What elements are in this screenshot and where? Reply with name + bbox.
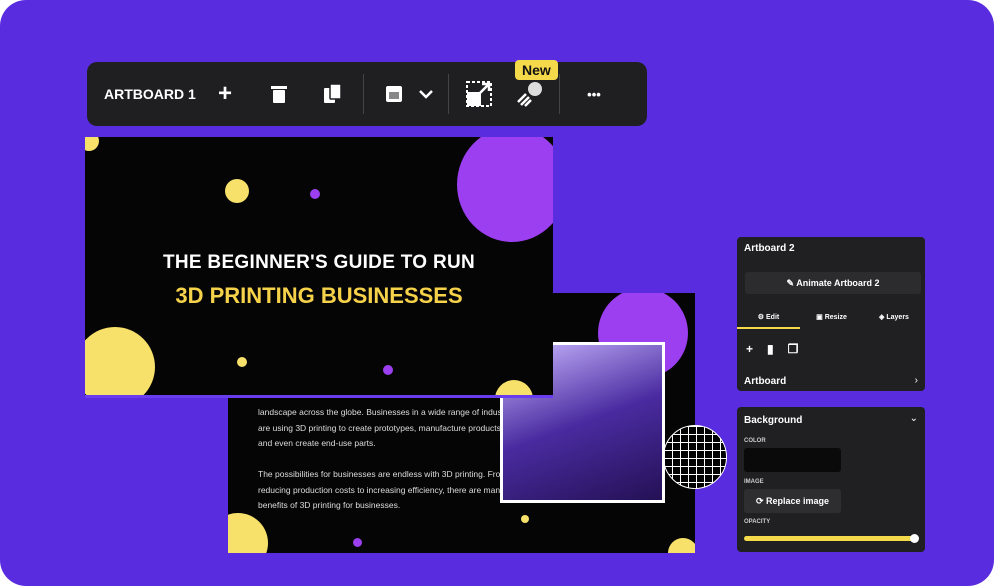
decor-circle xyxy=(383,365,393,375)
decor-circle xyxy=(521,515,529,523)
decor-circle xyxy=(668,538,695,553)
background-icon[interactable] xyxy=(374,74,414,114)
chevron-down-icon[interactable]: ⌄ xyxy=(910,413,918,424)
section-artboard[interactable]: Artboard xyxy=(744,376,786,387)
duplicate-icon[interactable]: ❐ xyxy=(788,342,799,356)
replace-label: Replace image xyxy=(766,496,830,506)
divider xyxy=(363,74,364,114)
decor-circle xyxy=(85,327,155,395)
decor-circle xyxy=(85,137,99,151)
opacity-slider[interactable] xyxy=(744,536,918,541)
tab-layers[interactable]: ◈ Layers xyxy=(863,313,925,329)
resize-icon[interactable] xyxy=(459,74,499,114)
new-badge: New xyxy=(515,60,558,80)
decor-circle xyxy=(353,538,362,547)
image-label: IMAGE xyxy=(744,479,764,485)
trash-icon[interactable]: ▮ xyxy=(767,342,774,356)
trash-icon[interactable] xyxy=(259,74,299,114)
tab-label: Edit xyxy=(766,314,780,321)
decor-circle xyxy=(457,137,553,242)
more-icon[interactable]: ••• xyxy=(574,74,614,114)
paragraph: landscape across the globe. Businesses i… xyxy=(258,407,518,448)
panel-title: Artboard 2 xyxy=(744,243,795,254)
opacity-slider-handle[interactable] xyxy=(910,534,919,543)
color-label: COLOR xyxy=(744,438,766,444)
headline: THE BEGINNER'S GUIDE TO RUN xyxy=(162,252,476,273)
chevron-right-icon[interactable]: › xyxy=(915,375,918,386)
panel-actions: + ▮ ❐ xyxy=(746,342,798,356)
decor-circle xyxy=(310,189,320,199)
tab-resize[interactable]: ▣ Resize xyxy=(800,313,863,329)
tab-label: Layers xyxy=(886,314,909,321)
animate-icon[interactable] xyxy=(509,74,549,114)
paragraph: The possibilities for businesses are end… xyxy=(258,469,508,510)
divider xyxy=(448,74,449,114)
artboard-panel: Artboard 2 ✎ Animate Artboard 2 ⚙ Edit ▣… xyxy=(737,237,925,391)
transparency-grid-icon xyxy=(663,425,727,489)
canvas: landscape across the globe. Businesses i… xyxy=(0,0,994,586)
panel-tabs: ⚙ Edit ▣ Resize ◈ Layers xyxy=(737,313,925,329)
chevron-down-icon[interactable] xyxy=(414,74,438,114)
color-swatch[interactable] xyxy=(744,448,841,472)
toolbar: ARTBOARD 1 + ••• New xyxy=(87,60,647,126)
decor-circle xyxy=(225,179,249,203)
tab-label: Resize xyxy=(824,314,847,321)
animate-artboard-button[interactable]: ✎ Animate Artboard 2 xyxy=(745,272,921,294)
replace-image-button[interactable]: ⟳ Replace image xyxy=(744,489,841,513)
divider xyxy=(559,74,560,114)
decor-circle xyxy=(228,513,268,553)
tab-edit[interactable]: ⚙ Edit xyxy=(737,313,800,329)
body-text: landscape across the globe. Businesses i… xyxy=(258,405,518,514)
artboard-name[interactable]: ARTBOARD 1 xyxy=(104,86,199,102)
background-panel: Background ⌄ COLOR IMAGE ⟳ Replace image… xyxy=(737,407,925,552)
headline-highlight: 3D PRINTING BUSINESSES xyxy=(175,283,463,308)
decor-circle xyxy=(237,357,247,367)
opacity-label: OPACITY xyxy=(744,519,771,525)
duplicate-icon[interactable] xyxy=(313,74,353,114)
artboard-1[interactable]: THE BEGINNER'S GUIDE TO RUN 3D PRINTING … xyxy=(85,137,553,398)
animate-label: Animate Artboard 2 xyxy=(796,278,880,288)
panel-title: Background xyxy=(744,415,803,426)
decor-circle xyxy=(495,380,533,395)
add-icon[interactable]: + xyxy=(205,74,245,114)
add-icon[interactable]: + xyxy=(746,342,753,356)
